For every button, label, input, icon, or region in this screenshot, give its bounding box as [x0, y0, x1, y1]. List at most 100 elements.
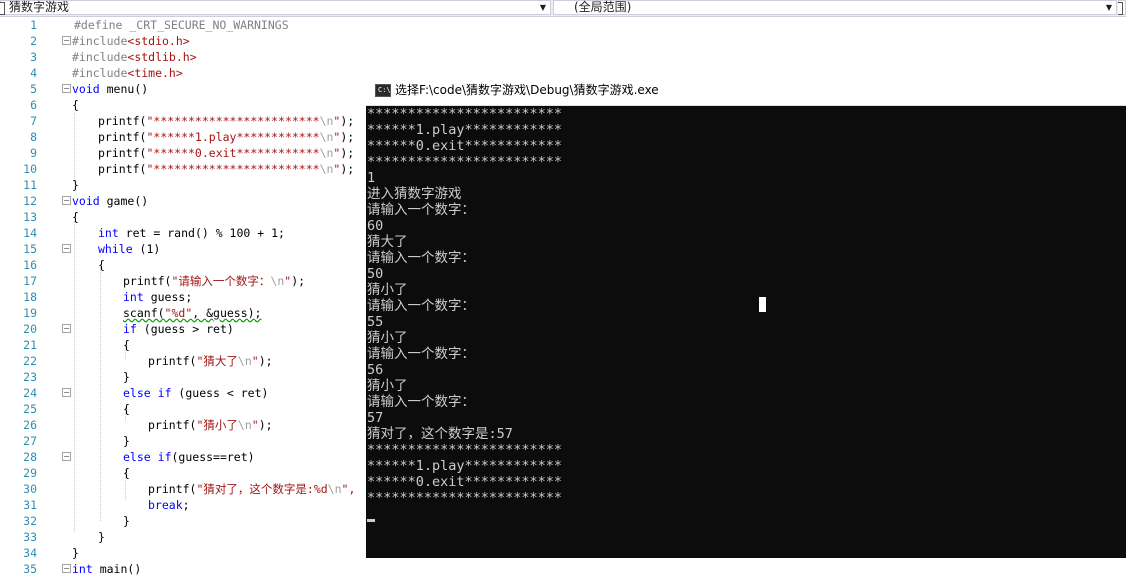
code-line-15: while (1) [98, 242, 161, 256]
console-line: 55 [367, 314, 384, 330]
line-number: 14 [23, 226, 37, 240]
console-line: 猜对了，这个数字是:57 [367, 426, 513, 442]
line-number: 20 [23, 322, 37, 336]
code-line-28: else if(guess==ret) [123, 450, 255, 464]
line-number: 1 [30, 18, 37, 32]
line-number: 32 [23, 514, 37, 528]
console-line: ************************ [367, 442, 563, 458]
code-line-27: } [123, 434, 130, 448]
line-number: 10 [23, 162, 37, 176]
code-line-18: int guess; [123, 290, 193, 304]
console-line: 请输入一个数字： [367, 250, 475, 266]
collapse-icon[interactable]: − [62, 324, 71, 333]
code-line-29: { [123, 466, 130, 480]
console-app-icon: C:\ [375, 84, 391, 97]
console-line: 请输入一个数字： [367, 298, 475, 314]
line-number: 13 [23, 210, 37, 224]
line-number: 35 [23, 562, 37, 576]
console-line: 50 [367, 266, 384, 282]
text-cursor [367, 519, 375, 522]
collapse-icon[interactable]: − [62, 244, 71, 253]
code-line-33: } [98, 530, 105, 544]
console-line: 请输入一个数字： [367, 394, 475, 410]
code-line-24: else if (guess < ret) [123, 386, 269, 400]
code-line-22: printf("猜大了\n"); [148, 354, 273, 368]
collapse-icon[interactable]: − [62, 564, 71, 573]
console-output[interactable]: ************************ ******1.play****… [366, 106, 1126, 558]
line-number: 3 [30, 50, 37, 64]
line-number: 7 [30, 114, 37, 128]
code-line-6: { [72, 98, 79, 112]
scope-dropdown-file[interactable]: 猜数字游戏 ▼ [0, 0, 551, 15]
code-line-25: { [123, 402, 130, 416]
line-number: 12 [23, 194, 37, 208]
line-number: 8 [30, 130, 37, 144]
scope-dropdown-global-label: (全局范围) [574, 0, 632, 14]
code-line-12: void game() [72, 194, 149, 208]
line-number: 6 [30, 98, 37, 112]
console-line: 猜大了 [367, 234, 408, 250]
line-number: 31 [23, 498, 37, 512]
line-number: 15 [23, 242, 37, 256]
line-number: 27 [23, 434, 37, 448]
code-line-13: { [72, 210, 79, 224]
line-number: 5 [30, 82, 37, 96]
line-number: 18 [23, 290, 37, 304]
line-number: 25 [23, 402, 37, 416]
member-dropdown[interactable] [1118, 0, 1126, 15]
code-line-16: { [98, 258, 105, 272]
code-line-20: if (guess > ret) [123, 322, 234, 336]
code-line-26: printf("猜小了\n"); [148, 418, 273, 432]
console-line: 请输入一个数字： [367, 346, 475, 362]
line-number: 17 [23, 274, 37, 288]
console-line: 1 [367, 170, 376, 186]
line-number: 29 [23, 466, 37, 480]
code-line-10: printf("************************\n"); [98, 162, 355, 176]
code-line-7: printf("************************\n"); [98, 114, 355, 128]
code-line-2: #include<stdio.h> [72, 34, 190, 48]
line-number: 4 [30, 66, 37, 80]
console-line: ************************ [367, 490, 563, 506]
code-line-9: printf("******0.exit************\n"); [98, 146, 355, 160]
scope-dropdown-global[interactable]: (全局范围) ▼ [553, 0, 1117, 15]
console-line: ******1.play************ [367, 458, 563, 474]
member-scope-icon [1118, 2, 1123, 15]
code-line-4: #include<time.h> [72, 66, 183, 80]
code-line-11: } [72, 178, 79, 192]
code-line-31: break; [148, 498, 190, 512]
collapse-icon[interactable]: − [62, 84, 71, 93]
line-number: 19 [23, 306, 37, 320]
console-line: ************************ [367, 106, 563, 122]
code-line-30: printf("猜对了，这个数字是:%d\n", [148, 482, 356, 496]
code-line-3: #include<stdlib.h> [72, 50, 197, 64]
console-line: 56 [367, 362, 384, 378]
console-line: 进入猜数字游戏 [367, 186, 462, 202]
mouse-ibeam-cursor [759, 297, 766, 312]
code-line-21: { [123, 338, 130, 352]
console-line: 60 [367, 218, 384, 234]
code-line-19: scanf("%d", &guess); [123, 306, 262, 320]
collapse-icon[interactable]: − [62, 452, 71, 461]
collapse-icon[interactable]: − [62, 388, 71, 397]
code-line-1: #define _CRT_SECURE_NO_WARNINGS [74, 18, 289, 32]
line-number: 33 [23, 530, 37, 544]
line-number: 2 [30, 34, 37, 48]
console-title-bar[interactable]: C:\ 选择F:\code\猜数字游戏\Debug\猜数字游戏.exe [366, 75, 1126, 106]
code-line-23: } [123, 370, 130, 384]
console-line: ******0.exit************ [367, 474, 563, 490]
collapse-icon[interactable]: − [62, 196, 71, 205]
scope-dropdown-file-label: 猜数字游戏 [9, 0, 70, 14]
line-number: 21 [23, 338, 37, 352]
code-line-32: } [123, 514, 130, 528]
chevron-down-icon[interactable]: ▼ [538, 1, 548, 14]
code-line-34: } [72, 546, 79, 560]
code-line-35: int main() [72, 562, 142, 576]
line-number: 30 [23, 482, 37, 496]
chevron-down-icon[interactable]: ▼ [1104, 1, 1114, 14]
code-line-17: printf("请输入一个数字：\n"); [123, 274, 306, 288]
line-number: 11 [23, 178, 37, 192]
collapse-icon[interactable]: − [62, 36, 71, 45]
console-window[interactable]: C:\ 选择F:\code\猜数字游戏\Debug\猜数字游戏.exe ****… [366, 75, 1126, 558]
line-number: 28 [23, 450, 37, 464]
console-line: 猜小了 [367, 378, 408, 394]
